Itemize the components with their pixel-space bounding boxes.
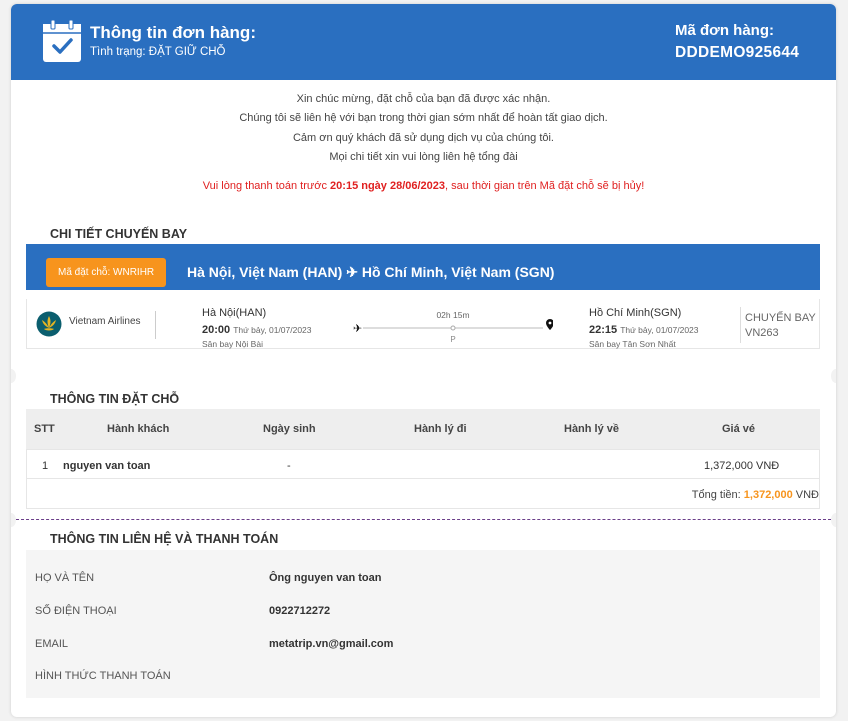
warning-prefix: Vui lòng thanh toán trước	[202, 180, 331, 192]
route-title: Hà Nội, Việt Nam (HAN) ✈ Hồ Chí Minh, Vi…	[187, 264, 555, 280]
col-stt: STT	[34, 423, 55, 435]
departure-time: 20:00	[202, 324, 231, 336]
route-bar: Mã đặt chỗ: WNRIHR Hà Nội, Việt Nam (HAN…	[26, 244, 820, 290]
divider	[740, 307, 741, 343]
payment-deadline-warning: Vui lòng thanh toán trước 20:15 ngày 28/…	[11, 180, 836, 192]
arrival-time-row: 22:15 Thứ bảy, 01/07/2023	[589, 324, 699, 336]
contact-panel: HỌ VÀ TÊN Ông nguyen van toan SỐ ĐIỆN TH…	[26, 550, 820, 698]
phone-label: SỐ ĐIỆN THOẠI	[35, 605, 117, 617]
departure-date: Thứ bảy, 01/07/2023	[233, 325, 312, 335]
ticket-notch	[831, 513, 836, 527]
order-status: Tình trạng: ĐẶT GIỮ CHỖ	[90, 46, 226, 58]
flight-duration: 02h 15m	[436, 310, 469, 320]
ticket-notch	[11, 513, 16, 527]
pnr-badge: Mã đặt chỗ: WNRIHR	[46, 258, 167, 287]
arrival-airport: Sân bay Tân Sơn Nhất	[589, 339, 676, 349]
fullname-label: HỌ VÀ TÊN	[35, 572, 95, 584]
vietnam-airlines-logo	[36, 311, 62, 337]
table-total: Tổng tiền: 1,372,000 VNĐ	[26, 479, 820, 509]
departure-time-row: 20:00 Thứ bảy, 01/07/2023	[202, 324, 312, 336]
fullname-value: Ông nguyen van toan	[269, 572, 382, 584]
order-card: Thông tin đơn hàng: Tình trạng: ĐẶT GIỮ …	[11, 4, 836, 717]
divider	[155, 311, 156, 339]
departure-city: Hà Nội(HAN)	[202, 307, 267, 319]
plane-icon: ✈	[353, 322, 362, 335]
table-row: 1 nguyen van toan - 1,372,000 VNĐ	[26, 449, 820, 479]
ticket-notch	[11, 369, 16, 383]
payment-method-label: HÌNH THỨC THANH TOÁN	[35, 670, 171, 682]
col-bag-out: Hành lý đi	[414, 423, 467, 435]
total-amount: Tổng tiền: 1,372,000 VNĐ	[692, 489, 819, 501]
total-currency: VNĐ	[792, 489, 819, 501]
cell-stt: 1	[42, 460, 49, 472]
order-code: DDDEMO925644	[675, 44, 800, 61]
col-price: Giá vé	[722, 423, 756, 435]
cell-price: 1,372,000 VNĐ	[704, 460, 780, 472]
hotline-message: Mọi chi tiết xin vui lòng liên hệ tổng đ…	[329, 151, 518, 163]
arrival-city: Hồ Chí Minh(SGN)	[589, 307, 682, 319]
cell-dob: -	[287, 460, 291, 472]
flight-section-title: CHI TIẾT CHUYẾN BAY	[50, 227, 188, 241]
order-info-title: Thông tin đơn hàng:	[90, 23, 256, 42]
col-passenger: Hành khách	[107, 423, 170, 435]
contact-message: Chúng tôi sẽ liên hệ với bạn trong thời …	[239, 112, 608, 124]
confirm-message: Xin chúc mừng, đặt chỗ của bạn đã được x…	[296, 93, 551, 105]
flight-number: VN263	[745, 327, 779, 339]
calendar-check-icon	[43, 19, 81, 62]
flight-row: Vietnam Airlines Hà Nội(HAN) 20:00 Thứ b…	[26, 299, 820, 349]
stop-marker: P	[450, 335, 455, 344]
email-value: metatrip.vn@gmail.com	[269, 638, 394, 650]
table-header: STT Hành khách Ngày sinh Hành lý đi Hành…	[26, 409, 820, 449]
thanks-message: Cảm ơn quý khách đã sử dụng dịch vụ của …	[292, 132, 554, 144]
col-dob: Ngày sinh	[263, 423, 316, 435]
email-label: EMAIL	[35, 638, 69, 650]
location-pin-icon	[546, 319, 553, 330]
order-header: Thông tin đơn hàng: Tình trạng: ĐẶT GIỮ …	[11, 4, 836, 80]
departure-airport: Sân bay Nội Bài	[202, 339, 263, 349]
arrival-time: 22:15	[589, 324, 618, 336]
cell-passenger: nguyen van toan	[63, 460, 151, 472]
phone-value: 0922712272	[269, 605, 331, 617]
booking-section-title: THÔNG TIN ĐẶT CHỖ	[50, 392, 180, 406]
order-code-label: Mã đơn hàng:	[675, 22, 774, 39]
total-value: 1,372,000	[743, 489, 793, 501]
col-bag-return: Hành lý về	[564, 423, 620, 435]
total-label: Tổng tiền:	[691, 489, 744, 501]
airline-name: Vietnam Airlines	[69, 316, 141, 327]
ticket-notch	[831, 369, 836, 383]
dashed-separator	[11, 519, 836, 520]
warning-suffix: , sau thời gian trên Mã đặt chỗ sẽ bị hủ…	[445, 180, 645, 192]
warning-deadline: 20:15 ngày 28/06/2023	[330, 180, 446, 192]
arrival-date: Thứ bảy, 01/07/2023	[620, 325, 699, 335]
contact-section-title: THÔNG TIN LIÊN HỆ VÀ THANH TOÁN	[50, 532, 279, 546]
flight-label: CHUYẾN BAY	[745, 312, 816, 324]
flight-timeline: ✈ 02h 15m P	[353, 310, 553, 344]
